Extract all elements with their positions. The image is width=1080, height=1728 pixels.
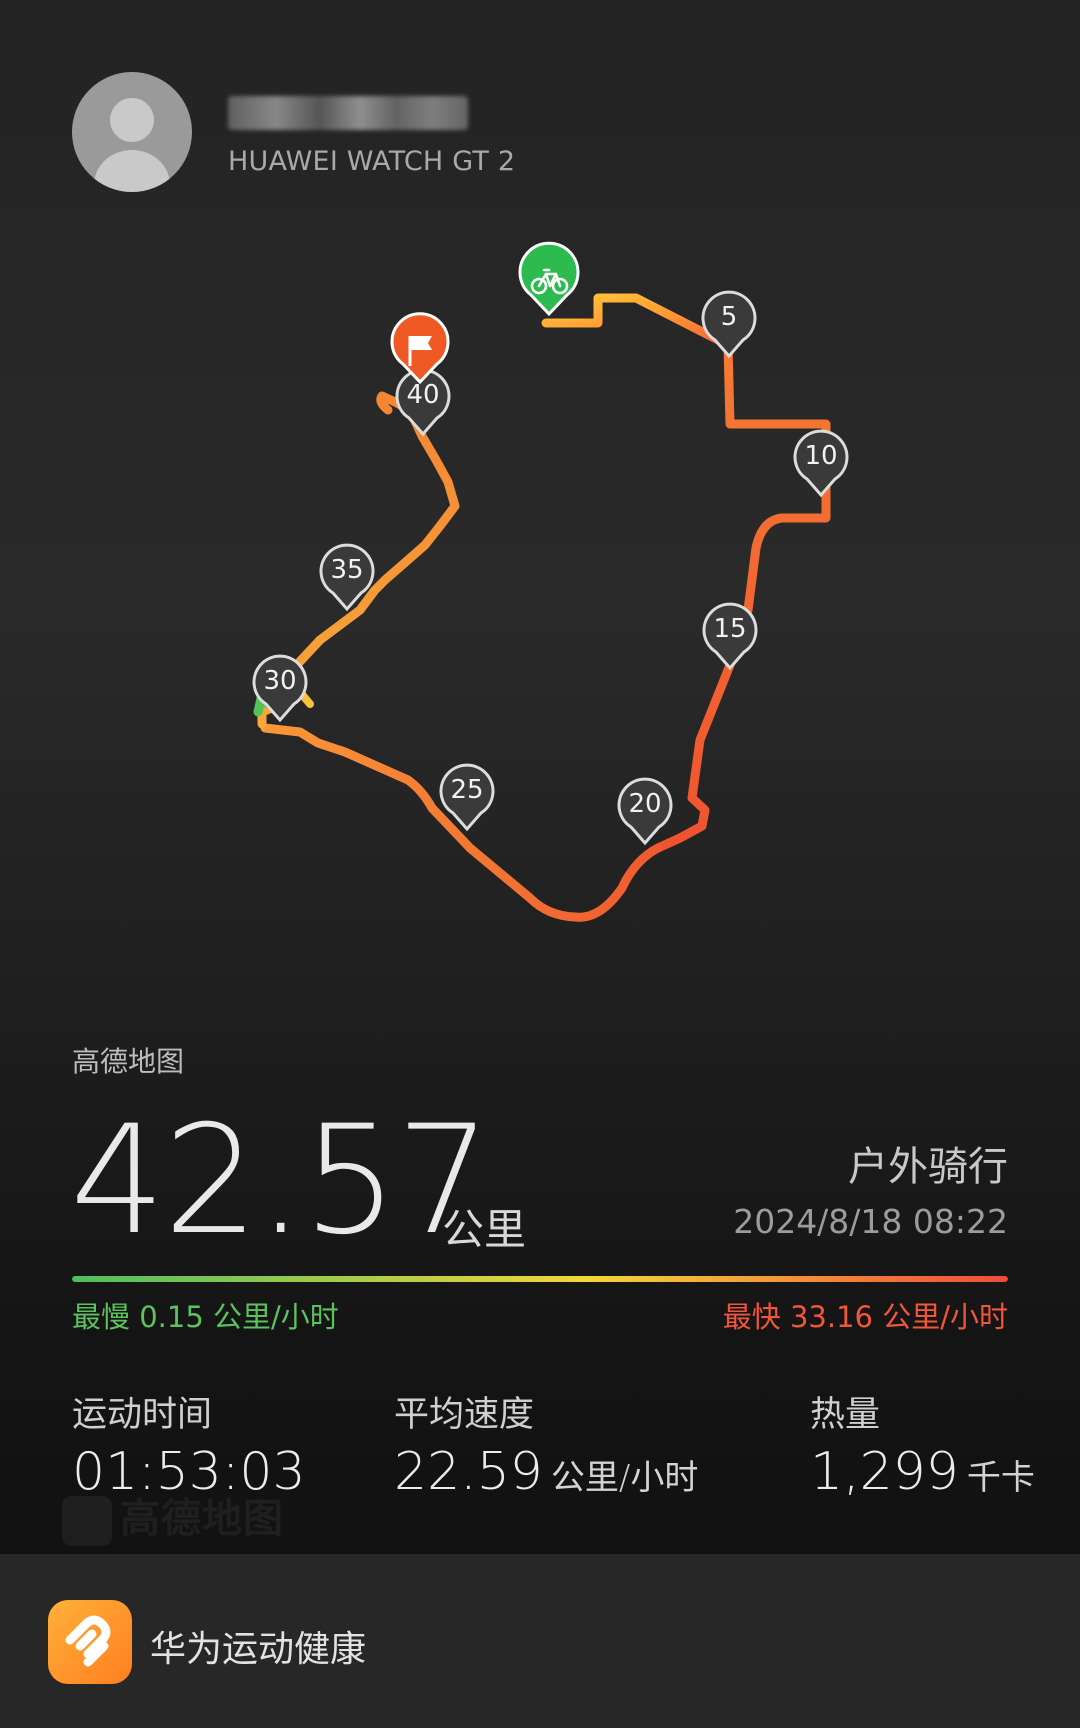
calories-label: 热量 (810, 1395, 881, 1435)
km-marker-15[interactable]: 15 (702, 602, 758, 671)
slowest-speed-label: 最慢 (72, 1300, 131, 1334)
km-marker-label: 30 (263, 666, 296, 696)
amap-logo-icon (62, 1496, 112, 1546)
km-marker-label: 15 (713, 614, 746, 644)
distance-unit: 公里 (442, 1205, 527, 1254)
km-marker-label: 5 (721, 302, 738, 332)
username-redacted (228, 96, 468, 130)
calories-unit: 千卡 (966, 1458, 1035, 1498)
avg-speed-label: 平均速度 (394, 1395, 535, 1435)
avatar[interactable] (72, 72, 192, 192)
slowest-speed: 最慢 0.15 公里/小时 (72, 1294, 339, 1336)
km-marker-label: 40 (406, 380, 439, 410)
route-segment-east (653, 340, 831, 853)
speed-gradient-bar (72, 1276, 1008, 1282)
app-footer[interactable]: 华为运动健康 (0, 1554, 1080, 1728)
avg-speed-value: 22.59 公里/小时 (394, 1442, 698, 1502)
avg-speed-unit: 公里/小时 (550, 1458, 699, 1498)
km-marker-label: 20 (628, 789, 661, 819)
route-map[interactable]: 5 10 15 20 25 30 35 40 (0, 220, 1080, 980)
km-marker-5[interactable]: 5 (701, 290, 757, 359)
huawei-health-icon[interactable] (48, 1600, 132, 1684)
avatar-head-shape (110, 98, 154, 142)
route-segment-start (541, 293, 733, 350)
device-name: HUAWEI WATCH GT 2 (228, 146, 516, 177)
km-marker-label: 35 (330, 555, 363, 585)
map-source-label: 高德地图 (72, 1045, 185, 1078)
duration-label: 运动时间 (72, 1395, 213, 1435)
km-marker-20[interactable]: 20 (617, 777, 673, 846)
route-map-svg: 5 10 15 20 25 30 35 40 (252, 241, 849, 922)
activity-share-card: HUAWEI WATCH GT 2 5 10 15 20 25 30 35 40… (0, 0, 1080, 1728)
app-name: 华为运动健康 (150, 1629, 367, 1670)
slowest-speed-value: 0.15 公里/小时 (139, 1300, 339, 1334)
map-watermark: 高德地图 (62, 1486, 284, 1546)
km-marker-10[interactable]: 10 (793, 429, 849, 498)
start-marker[interactable] (518, 241, 580, 317)
activity-datetime: 2024/8/18 08:22 (733, 1202, 1008, 1241)
huawei-health-logo-shape (65, 1615, 111, 1667)
km-marker-label: 10 (804, 441, 837, 471)
avg-speed-number: 22.59 (394, 1442, 543, 1502)
calories-number: 1,299 (810, 1442, 959, 1502)
end-marker[interactable] (390, 312, 450, 385)
map-watermark-text: 高德地图 (120, 1496, 284, 1542)
fastest-speed-value: 33.16 公里/小时 (789, 1300, 1008, 1334)
distance-value: 42.57 (70, 1094, 491, 1268)
calories-value: 1,299 千卡 (810, 1442, 1035, 1502)
fastest-speed: 最快 33.16 公里/小时 (723, 1294, 1008, 1336)
km-marker-label: 25 (450, 775, 483, 805)
activity-type: 户外骑行 (848, 1144, 1008, 1190)
fastest-speed-label: 最快 (722, 1300, 781, 1334)
avatar-body-shape (94, 150, 170, 192)
